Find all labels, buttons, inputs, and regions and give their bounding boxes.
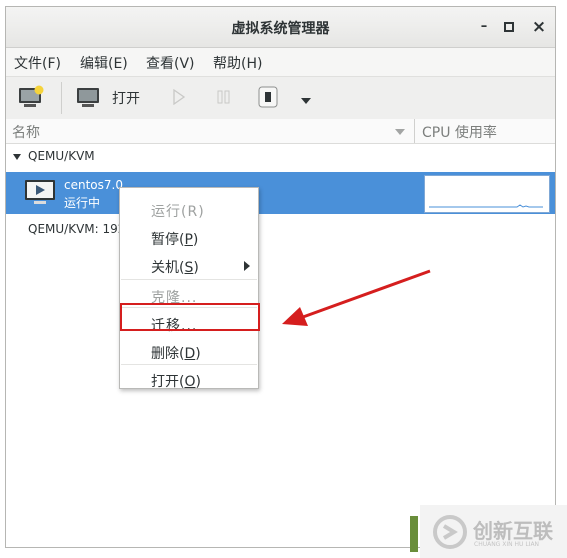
menu-separator [121, 279, 257, 280]
title-bar: 虚拟系统管理器 – × [6, 7, 555, 48]
vm-display-icon [25, 180, 55, 204]
menu-item-run: 运行(R) [151, 204, 205, 220]
shutdown-icon [258, 86, 278, 108]
maximize-icon [504, 22, 514, 32]
watermark-logo: 创新互联 CHUANG XIN HU LIAN [410, 505, 567, 558]
pause-icon [217, 90, 230, 104]
menu-view[interactable]: 查看(V) [146, 53, 195, 73]
menu-item-shutdown[interactable]: 关机(S) [151, 257, 199, 277]
shutdown-dropdown-button[interactable] [300, 94, 312, 109]
cpu-graph-line [429, 204, 543, 208]
shutdown-button[interactable] [258, 86, 278, 112]
play-icon [173, 88, 186, 106]
cpu-usage-graph [424, 175, 550, 213]
toolbar: 打开 [6, 77, 555, 120]
chevron-down-icon [301, 98, 311, 104]
maximize-button[interactable] [499, 17, 519, 37]
expander-icon[interactable] [12, 153, 22, 161]
scroll-mark [555, 257, 556, 258]
monitor-icon [77, 88, 99, 107]
open-label: 打开 [112, 91, 140, 107]
column-divider[interactable] [414, 119, 415, 143]
window-title: 虚拟系统管理器 [231, 21, 330, 37]
migrate-highlight-box [120, 303, 260, 331]
new-vm-icon [19, 85, 44, 107]
menu-file[interactable]: 文件(F) [14, 53, 61, 73]
column-name-header[interactable]: 名称 [12, 122, 40, 142]
watermark-sub: CHUANG XIN HU LIAN [474, 541, 540, 548]
new-vm-button[interactable] [18, 85, 44, 113]
menu-item-open[interactable]: 打开(O) [151, 371, 201, 391]
thumbnail-fragment [410, 516, 418, 552]
group-label: QEMU/KVM [28, 149, 95, 163]
scroll-mark [555, 312, 556, 314]
sort-chevron-icon[interactable] [394, 128, 406, 136]
connection-row[interactable]: QEMU/KVM: 192.1 [6, 217, 555, 241]
connection-group-row[interactable]: QEMU/KVM [6, 145, 555, 169]
toolbar-separator [61, 82, 62, 114]
menu-bar: 文件(F) 编辑(E) 查看(V) 帮助(H) [6, 48, 555, 77]
pause-button[interactable] [217, 89, 231, 109]
column-header: 名称 CPU 使用率 [6, 119, 555, 144]
vm-row[interactable]: centos7.0 运行中 [6, 172, 555, 214]
run-button[interactable] [172, 88, 186, 109]
menu-edit[interactable]: 编辑(E) [80, 53, 128, 73]
column-cpu-header[interactable]: CPU 使用率 [422, 122, 497, 142]
submenu-arrow-icon [244, 261, 250, 271]
context-menu: 运行(R) 暂停(P) 关机(S) 克隆... 迁移... 删除(D) 打开(O… [119, 187, 259, 391]
menu-item-pause[interactable]: 暂停(P) [151, 229, 198, 249]
vm-status: 运行中 [64, 196, 101, 210]
open-button[interactable]: 打开 [76, 85, 146, 111]
virt-manager-window: 虚拟系统管理器 – × 文件(F) 编辑(E) 查看(V) 帮助(H) 打开 名… [5, 6, 556, 548]
menu-item-delete[interactable]: 删除(D) [151, 343, 201, 363]
brand-logo-icon [433, 515, 467, 549]
close-button[interactable]: × [529, 17, 549, 37]
watermark-brand: 创新互联 [473, 519, 553, 543]
minimize-button[interactable]: – [474, 17, 494, 37]
menu-separator [121, 364, 257, 365]
menu-help[interactable]: 帮助(H) [213, 53, 262, 73]
vm-name: centos7.0 [64, 178, 123, 192]
